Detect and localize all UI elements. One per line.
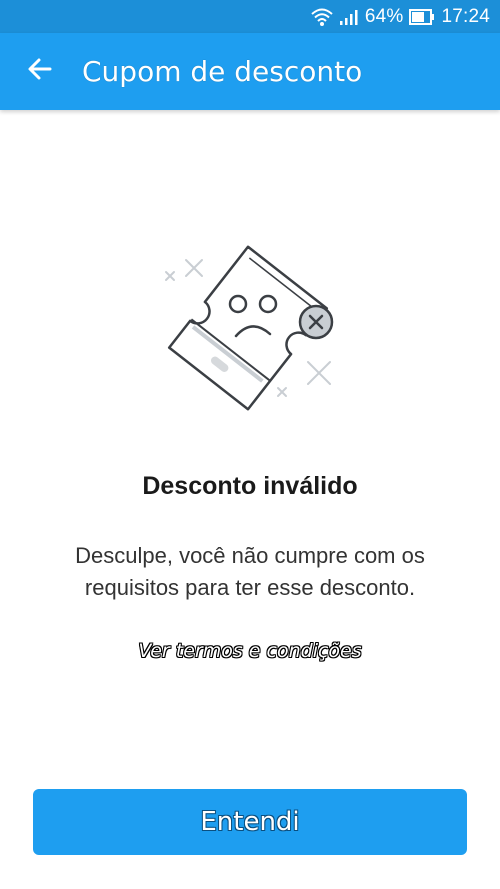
page-title: Cupom de desconto — [82, 55, 363, 88]
back-button[interactable] — [12, 44, 68, 100]
battery-percent: 64% — [364, 5, 404, 27]
error-headline: Desconto inválido — [142, 472, 358, 500]
arrow-left-icon — [27, 56, 53, 87]
battery-icon — [409, 8, 435, 25]
status-bar: 64% 17:24 — [0, 0, 500, 33]
error-message: Desculpe, você não cumpre com os requisi… — [75, 543, 425, 600]
clock: 17:24 — [441, 5, 490, 27]
app-bar: Cupom de desconto — [0, 33, 500, 110]
signal-icon — [339, 8, 359, 26]
understood-button[interactable]: Entendi — [33, 789, 467, 855]
wifi-icon — [311, 7, 333, 27]
understood-button-label: Entendi — [200, 807, 300, 837]
terms-link[interactable]: Ver termos e condições — [0, 640, 500, 662]
invalid-coupon-illustration — [150, 228, 350, 428]
